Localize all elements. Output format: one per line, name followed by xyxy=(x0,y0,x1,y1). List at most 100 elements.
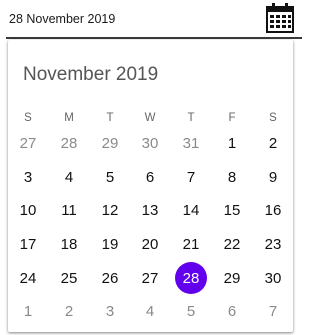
day-cell[interactable]: 20 xyxy=(131,228,169,262)
day-number: 16 xyxy=(264,202,282,220)
day-cell[interactable]: 2 xyxy=(50,295,88,329)
day-cell[interactable]: 14 xyxy=(172,194,210,228)
day-number: 10 xyxy=(19,202,37,220)
day-cell[interactable]: 25 xyxy=(50,261,88,295)
day-cell[interactable]: 3 xyxy=(9,161,47,195)
day-cell[interactable]: 18 xyxy=(50,228,88,262)
day-number: 9 xyxy=(268,168,278,186)
weekday-label: F xyxy=(228,111,236,124)
field-underline xyxy=(6,37,302,39)
weekday-label: M xyxy=(64,111,74,124)
day-cell[interactable]: 1 xyxy=(213,127,251,161)
day-number: 31 xyxy=(182,135,200,153)
day-cell[interactable]: 24 xyxy=(9,261,47,295)
day-cell[interactable]: 28 xyxy=(50,127,88,161)
day-cell[interactable]: 29 xyxy=(213,261,251,295)
day-cell[interactable]: 15 xyxy=(213,194,251,228)
day-cell[interactable]: 23 xyxy=(254,228,292,262)
day-number: 3 xyxy=(23,168,33,186)
day-number: 1 xyxy=(23,303,33,321)
day-cell[interactable]: 2 xyxy=(254,127,292,161)
day-cell[interactable]: 17 xyxy=(9,228,47,262)
day-cell[interactable]: 4 xyxy=(131,295,169,329)
day-number: 23 xyxy=(264,236,282,254)
day-cell[interactable]: 30 xyxy=(254,261,292,295)
day-number: 30 xyxy=(264,269,282,287)
day-number: 4 xyxy=(145,303,155,321)
day-number: 21 xyxy=(182,236,200,254)
weekday-label: T xyxy=(187,111,195,124)
day-cell[interactable]: 6 xyxy=(131,161,169,195)
day-cell[interactable]: 22 xyxy=(213,228,251,262)
day-number: 28 xyxy=(182,269,200,287)
day-cell[interactable]: 31 xyxy=(172,127,210,161)
day-cell[interactable]: 13 xyxy=(131,194,169,228)
day-number: 29 xyxy=(101,135,119,153)
calendar-week-row: 1 2 3 4 5 6 7 xyxy=(8,295,293,329)
date-field[interactable]: 28 November 2019 xyxy=(0,0,302,40)
day-cell[interactable]: 8 xyxy=(213,161,251,195)
day-number: 2 xyxy=(64,303,74,321)
calendar-icon xyxy=(266,3,294,33)
day-number: 12 xyxy=(101,202,119,220)
day-number: 7 xyxy=(186,168,196,186)
selected-day-cell[interactable]: 28 xyxy=(172,261,210,295)
day-number: 27 xyxy=(141,269,159,287)
weekday-label: T xyxy=(106,111,114,124)
calendar-week-row: 10 11 12 13 14 15 16 xyxy=(8,194,293,228)
day-cell[interactable]: 27 xyxy=(131,261,169,295)
day-number: 8 xyxy=(227,168,237,186)
day-cell[interactable]: 26 xyxy=(91,261,129,295)
day-cell[interactable]: 7 xyxy=(172,161,210,195)
day-cell[interactable]: 30 xyxy=(131,127,169,161)
day-number: 6 xyxy=(227,303,237,321)
day-cell[interactable]: 7 xyxy=(254,295,292,329)
day-cell[interactable]: 12 xyxy=(91,194,129,228)
weekday-header-row: S M T W T F S xyxy=(8,108,293,127)
day-number: 30 xyxy=(141,135,159,153)
weekday-label: W xyxy=(144,111,156,124)
day-number: 20 xyxy=(141,236,159,254)
day-number: 7 xyxy=(268,303,278,321)
calendar-week-row: 27 28 29 30 31 1 2 xyxy=(8,127,293,161)
day-number: 1 xyxy=(227,135,237,153)
day-cell[interactable]: 9 xyxy=(254,161,292,195)
day-cell[interactable]: 3 xyxy=(91,295,129,329)
day-cell[interactable]: 5 xyxy=(172,295,210,329)
day-number: 18 xyxy=(60,236,78,254)
day-cell[interactable]: 11 xyxy=(50,194,88,228)
month-year-header[interactable]: November 2019 xyxy=(23,64,158,86)
day-cell[interactable]: 21 xyxy=(172,228,210,262)
day-number: 27 xyxy=(19,135,37,153)
day-number: 17 xyxy=(19,236,37,254)
day-cell[interactable]: 29 xyxy=(91,127,129,161)
date-field-value[interactable]: 28 November 2019 xyxy=(9,12,115,26)
day-cell[interactable]: 27 xyxy=(9,127,47,161)
day-number: 13 xyxy=(141,202,159,220)
day-number: 19 xyxy=(101,236,119,254)
day-number: 22 xyxy=(223,236,241,254)
day-number: 29 xyxy=(223,269,241,287)
day-cell[interactable]: 1 xyxy=(9,295,47,329)
calendar-toggle-button[interactable] xyxy=(264,2,296,34)
calendar-popup: November 2019 S M T W T F S 27 28 29 30 31 1 2… xyxy=(8,40,293,332)
day-number: 4 xyxy=(64,168,74,186)
day-number: 26 xyxy=(101,269,119,287)
day-number: 14 xyxy=(182,202,200,220)
day-cell[interactable]: 6 xyxy=(213,295,251,329)
day-cell[interactable]: 19 xyxy=(91,228,129,262)
calendar-grid: S M T W T F S 27 28 29 30 31 1 2 3 4 5 6 7 8 9 10 11 12 1… xyxy=(8,108,293,329)
calendar-week-row: 24 25 26 27 28 29 30 xyxy=(8,261,293,295)
day-cell[interactable]: 16 xyxy=(254,194,292,228)
day-cell[interactable]: 10 xyxy=(9,194,47,228)
day-cell[interactable]: 4 xyxy=(50,161,88,195)
weekday-label: S xyxy=(24,111,32,124)
calendar-week-row: 17 18 19 20 21 22 23 xyxy=(8,228,293,262)
day-number: 6 xyxy=(145,168,155,186)
day-number: 5 xyxy=(105,168,115,186)
day-number: 2 xyxy=(268,135,278,153)
day-cell[interactable]: 5 xyxy=(91,161,129,195)
calendar-week-row: 3 4 5 6 7 8 9 xyxy=(8,161,293,195)
day-number: 28 xyxy=(60,135,78,153)
day-number: 11 xyxy=(61,202,77,220)
